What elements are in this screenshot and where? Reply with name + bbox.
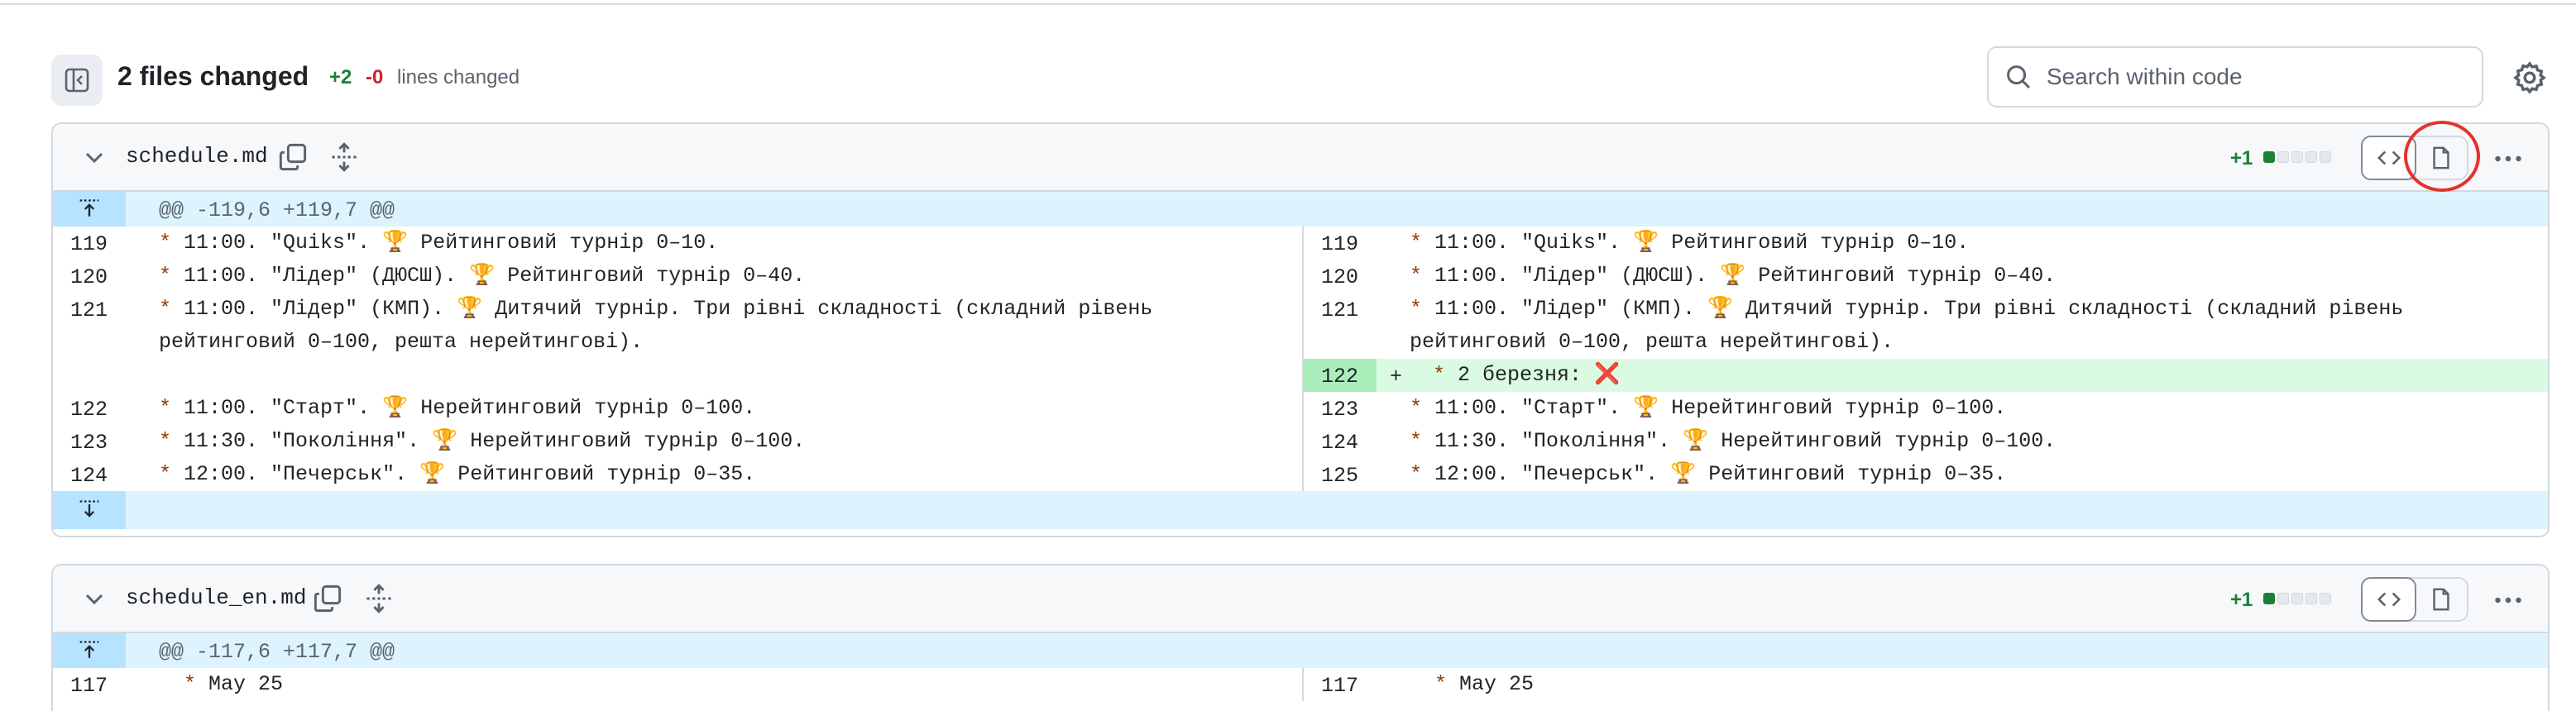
lines-changed-label: lines changed <box>397 66 520 88</box>
sidebar-collapse-icon <box>65 68 89 93</box>
copy-icon[interactable] <box>313 584 342 613</box>
file-header: schedule.md +1 <box>53 124 2548 192</box>
addition-marker: + <box>1390 365 1403 389</box>
diffstat-count: +1 <box>2230 589 2253 611</box>
file-tree-toggle-button[interactable] <box>51 55 103 106</box>
search-icon <box>2007 65 2031 89</box>
file-name[interactable]: schedule.md <box>126 144 268 169</box>
table-row: 117 * May 25 <box>69 672 284 698</box>
table-row: 121 * 11:00. "Лідер" (КМП). 🏆 Дитячий тур… <box>1320 297 2416 354</box>
file-diff-schedule-en-md: schedule_en.md +1 @@ -117,6 +117,7 @@ 11… <box>51 564 2550 711</box>
search-input[interactable] <box>2047 64 2477 90</box>
code-icon <box>2377 592 2401 607</box>
table-row: 120 * 11:00. "Лідер" (ДЮСШ). 🏆 Рейтингови… <box>69 264 806 289</box>
diff-right-side: 119 * 11:00. "Quiks". 🏆 Рейтинговий турні… <box>1302 227 2548 491</box>
chevron-down-icon[interactable] <box>81 144 108 170</box>
diff-left-side: 119 * 11:00. "Quiks". 🏆 Рейтинговий турні… <box>53 227 1302 491</box>
diff-left-side: 117 * May 25 <box>53 668 1302 701</box>
files-changed-count: 2 files changed <box>117 61 309 91</box>
expand-down-button[interactable] <box>53 491 126 529</box>
diffstat-bar <box>2263 593 2331 604</box>
table-row: 117 * May 25 <box>1320 672 1535 698</box>
search-box[interactable] <box>1987 46 2483 107</box>
hunk-range: @@ -119,6 +119,7 @@ <box>159 198 395 222</box>
deletions-count: -0 <box>366 66 384 88</box>
rich-file-view-button[interactable] <box>2415 579 2467 620</box>
unfold-icon[interactable] <box>329 142 359 172</box>
code-view-button[interactable] <box>2361 577 2416 622</box>
added-line-row: 122 + * 2 березня: ❌ <box>1304 359 2548 392</box>
table-row: 124 * 11:30. "Покоління". 🏆 Нерейтинговий… <box>1320 429 2056 455</box>
top-divider <box>0 0 2576 5</box>
table-row: 122 * 11:00. "Старт". 🏆 Нерейтинговий тур… <box>69 396 756 422</box>
expand-down-icon <box>79 500 99 518</box>
file-diff-schedule-md: schedule.md +1 @@ -119,6 +119,7 @@ 119 *… <box>51 122 2550 537</box>
table-row: 123 * 11:00. "Старт". 🏆 Нерейтинговий тур… <box>1320 396 2007 422</box>
code-icon <box>2377 150 2401 165</box>
table-row: 119 * 11:00. "Quiks". 🏆 Рейтинговий турні… <box>69 231 719 256</box>
table-row: 125 * 12:00. "Печерськ". 🏆 Рейтинговий ту… <box>1320 462 2007 488</box>
chevron-down-icon[interactable] <box>81 585 108 612</box>
expand-up-button[interactable] <box>53 192 126 227</box>
table-row: 119 * 11:00. "Quiks". 🏆 Рейтинговий турні… <box>1320 231 1970 256</box>
table-row-empty <box>53 359 1302 392</box>
table-row: 124 * 12:00. "Печерськ". 🏆 Рейтинговий ту… <box>69 462 756 488</box>
split-diff-rows: 117 * May 25 117 * May 25 <box>53 668 2548 711</box>
expand-up-icon <box>79 199 99 217</box>
expand-up-button[interactable] <box>53 633 126 668</box>
annotation-highlight-circle <box>2404 121 2480 192</box>
hunk-header: @@ -117,6 +117,7 @@ <box>53 633 2548 668</box>
diff-summary-header: 2 files changed +2 -0 lines changed <box>51 46 2550 109</box>
file-header: schedule_en.md +1 <box>53 565 2548 633</box>
kebab-horizontal-icon[interactable] <box>2492 584 2525 617</box>
unfold-icon[interactable] <box>364 584 394 613</box>
additions-count: +2 <box>329 66 352 88</box>
kebab-horizontal-icon[interactable] <box>2492 142 2525 175</box>
diffstat-count: +1 <box>2230 147 2253 169</box>
hunk-header: @@ -119,6 +119,7 @@ <box>53 192 2548 227</box>
diff-right-side: 117 * May 25 <box>1302 668 2548 701</box>
expand-down-row <box>53 491 2548 529</box>
hunk-range: @@ -117,6 +117,7 @@ <box>159 640 395 664</box>
file-icon <box>2432 588 2449 611</box>
table-row: 123 * 11:30. "Покоління". 🏆 Нерейтинговий… <box>69 429 806 455</box>
diffstat-bar <box>2263 151 2331 163</box>
copy-icon[interactable] <box>278 142 308 172</box>
file-name[interactable]: schedule_en.md <box>126 585 306 610</box>
table-row: 121 * 11:00. "Лідер" (КМП). 🏆 Дитячий тур… <box>69 297 1166 354</box>
expand-up-icon <box>79 641 99 658</box>
table-row: 120 * 11:00. "Лідер" (ДЮСШ). 🏆 Рейтингови… <box>1320 264 2056 289</box>
view-mode-toggle <box>2361 577 2468 622</box>
split-diff-rows: 119 * 11:00. "Quiks". 🏆 Рейтинговий турні… <box>53 227 2548 491</box>
gear-icon[interactable] <box>2513 61 2546 94</box>
